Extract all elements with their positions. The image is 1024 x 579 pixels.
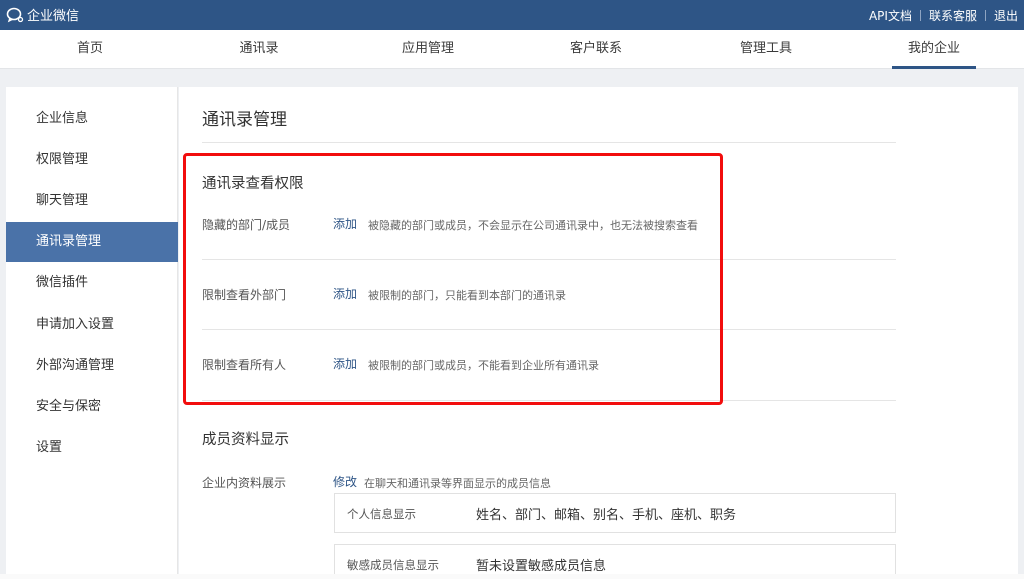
sidebar-item-contacts-management[interactable]: 通讯录管理 xyxy=(6,222,178,262)
member-display-edit-link[interactable]: 修改 xyxy=(333,473,357,490)
sidebar-item-enterprise-info[interactable]: 企业信息 xyxy=(6,99,178,139)
member-display-desc: 在聊天和通讯录等界面显示的成员信息 xyxy=(364,477,551,490)
main-nav: 首页 通讯录 应用管理 客户联系 管理工具 我的企业 xyxy=(0,30,1024,69)
sidebar-item-join-settings[interactable]: 申请加入设置 xyxy=(6,305,178,345)
sidebar-item-settings[interactable]: 设置 xyxy=(6,428,178,468)
sidebar-item-permissions[interactable]: 权限管理 xyxy=(6,140,178,180)
top-bar: 企业微信 API文档 联系客服 退出 xyxy=(0,0,1024,30)
bottom-strip xyxy=(0,574,1024,579)
nav-customer-contact[interactable]: 客户联系 xyxy=(563,30,629,69)
sidebar-item-wechat-plugin[interactable]: 微信插件 xyxy=(6,263,178,303)
member-display-label: 企业内资料展示 xyxy=(202,476,287,490)
sensitive-info-label: 敏感成员信息显示 xyxy=(347,558,439,572)
personal-info-value: 姓名、部门、邮箱、别名、手机、座机、职务 xyxy=(476,508,737,523)
sidebar-item-external-communication[interactable]: 外部沟通管理 xyxy=(6,346,178,386)
nav-home[interactable]: 首页 xyxy=(62,30,118,69)
nav-contacts[interactable]: 通讯录 xyxy=(231,30,287,69)
top-link-divider xyxy=(984,10,986,21)
nav-app-management[interactable]: 应用管理 xyxy=(395,30,461,69)
title-divider xyxy=(202,142,896,143)
sidebar: 企业信息 权限管理 聊天管理 通讯录管理 微信插件 申请加入设置 外部沟通管理 … xyxy=(6,87,178,579)
page-title: 通讯录管理 xyxy=(202,110,287,130)
top-link-divider xyxy=(919,10,921,21)
sidebar-item-security[interactable]: 安全与保密 xyxy=(6,387,178,427)
app-logo[interactable]: 企业微信 xyxy=(6,5,79,24)
api-docs-link[interactable]: API文档 xyxy=(869,7,912,24)
sidebar-item-chat-management[interactable]: 聊天管理 xyxy=(6,181,178,221)
contact-support-link[interactable]: 联系客服 xyxy=(929,7,977,24)
personal-info-box: 个人信息显示 姓名、部门、邮箱、别名、手机、座机、职务 xyxy=(334,493,896,533)
nav-my-enterprise[interactable]: 我的企业 xyxy=(892,30,976,69)
logout-link[interactable]: 退出 xyxy=(994,7,1018,24)
app-logo-text: 企业微信 xyxy=(27,9,80,24)
sensitive-info-value: 暂未设置敏感成员信息 xyxy=(476,559,607,574)
member-display-title: 成员资料显示 xyxy=(202,432,289,448)
personal-info-label: 个人信息显示 xyxy=(347,507,416,521)
wecom-logo-icon xyxy=(6,7,24,22)
highlight-annotation xyxy=(183,153,723,405)
top-links: API文档 联系客服 退出 xyxy=(869,7,1018,24)
nav-management-tools[interactable]: 管理工具 xyxy=(733,30,799,69)
